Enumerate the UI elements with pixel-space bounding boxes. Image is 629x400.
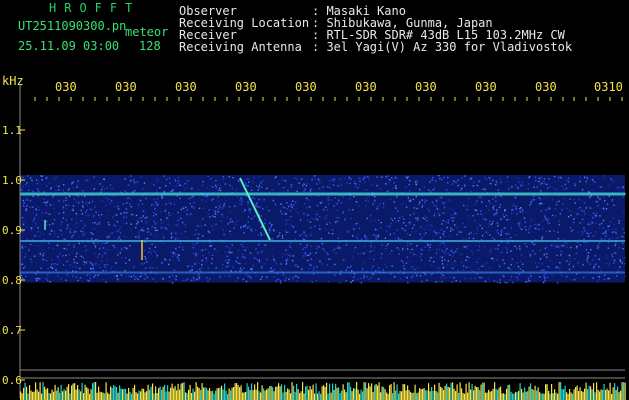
y-tick-label: 0.9 xyxy=(2,224,22,237)
signal-level-bars xyxy=(20,382,626,400)
x-tick-label: 030 xyxy=(295,80,317,94)
y-tick-label: 1.1 xyxy=(2,124,22,137)
x-tick-label: 030 xyxy=(415,80,437,94)
x-tick-label: 030 xyxy=(235,80,257,94)
x-tick-label: 0310 xyxy=(594,80,623,94)
y-tick-label: 0.6 xyxy=(2,374,22,387)
x-tick-label: 030 xyxy=(355,80,377,94)
noise-band xyxy=(20,175,625,283)
y-tick-label: 0.8 xyxy=(2,274,22,287)
carrier-line-upper xyxy=(20,192,625,196)
x-tick-label: 030 xyxy=(535,80,557,94)
x-tick-label: 030 xyxy=(475,80,497,94)
carrier-line-middle xyxy=(20,240,625,242)
x-tick-label: 030 xyxy=(55,80,77,94)
x-tick-label: 030 xyxy=(175,80,197,94)
y-tick-label: 0.7 xyxy=(2,324,22,337)
spectrogram: 1.1 1.0 0.9 0.8 0.7 0.6 030 030 030 030 030 030 030 0… xyxy=(2,80,626,400)
y-axis-unit: kHz xyxy=(2,74,24,88)
y-tick-label: 1.0 xyxy=(2,174,22,187)
x-tick-label: 030 xyxy=(115,80,137,94)
carrier-line-lower xyxy=(20,271,625,274)
